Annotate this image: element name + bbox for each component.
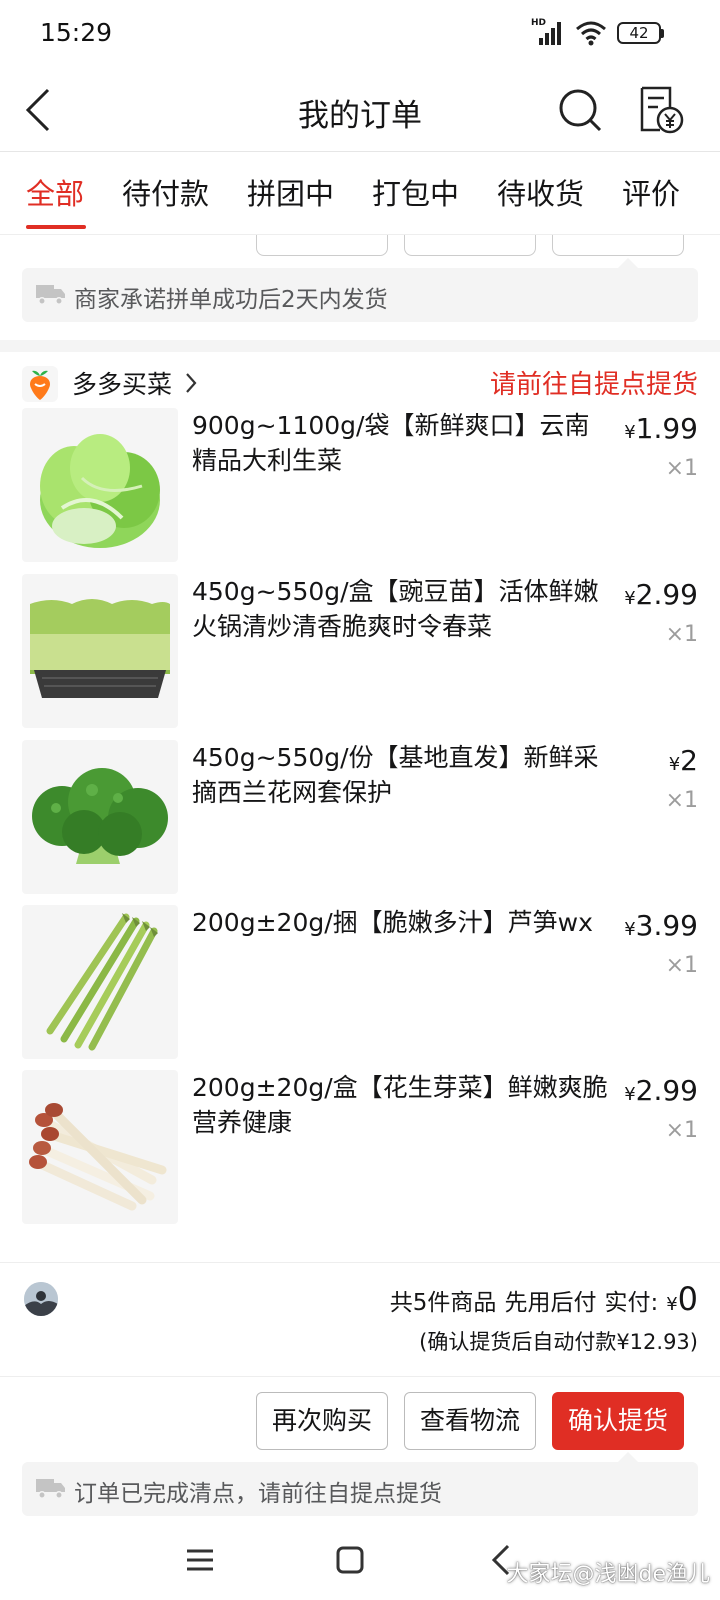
battery-level: 42 — [617, 22, 661, 44]
shipping-notice-text: 商家承诺拼单成功后2天内发货 — [74, 287, 388, 313]
tab-group-buying[interactable]: 拼团中 — [247, 171, 334, 213]
status-bar: 15:29 HD 42 — [0, 0, 720, 68]
notice-pointer — [618, 1452, 638, 1462]
item-price: ¥2.99 — [624, 578, 698, 611]
item-title: 200g±20g/捆【脆嫩多汁】芦笋wx — [192, 908, 593, 937]
order-status: 请前往自提点提货 — [489, 370, 698, 400]
store-logo[interactable] — [22, 366, 58, 402]
truck-icon — [36, 285, 65, 305]
store-name[interactable]: 多多买菜 — [72, 365, 172, 401]
notice-pointer — [618, 258, 638, 268]
paid-label: 实付: — [604, 1290, 659, 1316]
pickup-notice-text: 订单已完成清点，请前往自提点提货 — [74, 1481, 442, 1507]
item-title: 450g~550g/盒【豌豆苗】活体鲜嫩火锅清炒清香脆爽时令春菜 — [192, 577, 599, 641]
asparagus-image — [22, 905, 178, 1059]
pay-mode: 先用后付 — [504, 1290, 597, 1316]
tab-review[interactable]: 评价 — [622, 171, 680, 213]
order-summary: 共5件商品 先用后付 实付: ¥0 — [390, 1280, 698, 1318]
item-count: 共5件商品 — [389, 1290, 497, 1316]
order-item[interactable]: 200g±20g/捆【脆嫩多汁】芦笋wx ¥3.99 ×1 — [0, 905, 720, 1059]
pickup-notice: 订单已完成清点，请前往自提点提货 — [22, 1462, 698, 1516]
cell-signal-icon: HD — [531, 18, 565, 46]
watermark: 大家坛@浅凼de渔儿 — [506, 1562, 710, 1587]
peanut-sprouts-image — [22, 1070, 178, 1224]
order-item[interactable]: 900g~1100g/袋【新鲜爽口】云南精品大利生菜 ¥1.99 ×1 — [0, 408, 720, 562]
status-icons: HD 42 — [531, 18, 664, 46]
item-quantity: ×1 — [665, 953, 698, 978]
broccoli-image — [22, 740, 178, 894]
auto-pay-note: (确认提货后自动付款¥12.93) — [419, 1330, 698, 1354]
bill-yen-icon[interactable] — [636, 84, 684, 136]
page-title: 我的订单 — [298, 98, 422, 134]
item-price: ¥2 — [668, 744, 698, 777]
item-quantity: ×1 — [665, 622, 698, 647]
tab-all[interactable]: 全部 — [26, 171, 84, 213]
truck-icon — [36, 1479, 65, 1499]
item-price: ¥3.99 — [624, 909, 698, 942]
confirm-pickup-button[interactable]: 确认提货 — [552, 1392, 684, 1450]
view-logistics-button[interactable]: 查看物流 — [404, 1392, 536, 1450]
item-quantity: ×1 — [665, 456, 698, 481]
battery-icon: 42 — [617, 22, 664, 44]
divider — [0, 1262, 720, 1263]
tab-pending-payment[interactable]: 待付款 — [122, 171, 209, 213]
item-price: ¥1.99 — [624, 412, 698, 445]
item-title: 900g~1100g/袋【新鲜爽口】云南精品大利生菜 — [192, 411, 590, 475]
pea-shoots-image — [22, 574, 178, 728]
item-title: 450g~550g/份【基地直发】新鲜采摘西兰花网套保护 — [192, 743, 599, 807]
paid-amount: ¥0 — [666, 1280, 698, 1318]
item-quantity: ×1 — [665, 1118, 698, 1143]
nav-bar: 我的订单 — [0, 68, 720, 152]
status-time: 15:29 — [40, 18, 113, 47]
order-item[interactable]: 450g~550g/份【基地直发】新鲜采摘西兰花网套保护 ¥2 ×1 — [0, 740, 720, 894]
order-tabs: 全部 待付款 拼团中 打包中 待收货 评价 — [0, 153, 720, 235]
avatar — [24, 1282, 58, 1316]
active-tab-indicator — [26, 225, 86, 229]
shipping-notice: 商家承诺拼单成功后2天内发货 — [22, 268, 698, 322]
tab-packing[interactable]: 打包中 — [372, 171, 459, 213]
order-item[interactable]: 200g±20g/盒【花生芽菜】鲜嫩爽脆 营养健康 ¥2.99 ×1 — [0, 1070, 720, 1224]
search-icon[interactable] — [556, 86, 604, 134]
item-quantity: ×1 — [665, 788, 698, 813]
item-price: ¥2.99 — [624, 1074, 698, 1107]
home-icon[interactable] — [332, 1542, 368, 1578]
card-separator — [0, 340, 720, 352]
item-title: 200g±20g/盒【花生芽菜】鲜嫩爽脆 营养健康 — [192, 1073, 608, 1137]
chevron-right-icon[interactable] — [184, 372, 198, 394]
rebuy-button[interactable]: 再次购买 — [256, 1392, 388, 1450]
divider — [0, 1376, 720, 1377]
tab-pending-receipt[interactable]: 待收货 — [497, 171, 584, 213]
menu-icon[interactable] — [182, 1542, 218, 1578]
lettuce-image — [22, 408, 178, 562]
wifi-icon — [576, 21, 606, 46]
order-item[interactable]: 450g~550g/盒【豌豆苗】活体鲜嫩火锅清炒清香脆爽时令春菜 ¥2.99 ×… — [0, 574, 720, 728]
